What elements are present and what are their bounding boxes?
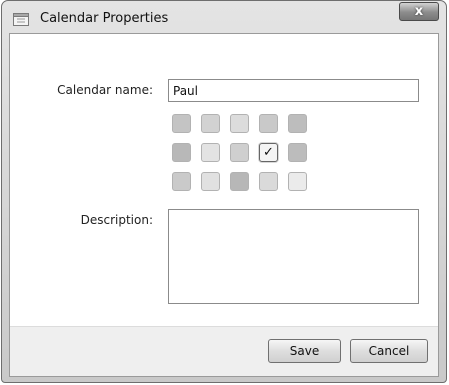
dialog-footer: Save Cancel: [10, 326, 438, 376]
color-swatch[interactable]: [172, 114, 191, 133]
color-swatch[interactable]: [172, 172, 191, 191]
color-swatch[interactable]: [201, 114, 220, 133]
close-icon: x: [414, 4, 424, 19]
description-textarea[interactable]: [168, 209, 419, 304]
close-button[interactable]: x: [399, 2, 439, 21]
color-swatch[interactable]: [259, 172, 278, 191]
color-swatch[interactable]: [201, 172, 220, 191]
color-swatch[interactable]: [230, 172, 249, 191]
color-swatch[interactable]: [288, 172, 307, 191]
title-bar[interactable]: Calendar Properties x: [2, 1, 446, 35]
color-swatch[interactable]: [230, 143, 249, 162]
checkmark-icon: ✓: [263, 145, 274, 160]
color-swatch[interactable]: [288, 143, 307, 162]
calendar-properties-dialog: Calendar Properties x Calendar name: ✓ D…: [1, 0, 447, 383]
calendar-name-input[interactable]: [168, 79, 419, 102]
color-swatch[interactable]: [201, 143, 220, 162]
color-swatch-selected[interactable]: ✓: [259, 143, 278, 162]
color-swatch[interactable]: [172, 143, 191, 162]
color-swatch[interactable]: [259, 114, 278, 133]
cancel-button[interactable]: Cancel: [350, 339, 428, 363]
calendar-icon: [13, 13, 29, 26]
color-swatch[interactable]: [288, 114, 307, 133]
save-button[interactable]: Save: [268, 339, 341, 363]
calendar-name-label: Calendar name:: [57, 83, 153, 97]
color-swatch[interactable]: [230, 114, 249, 133]
dialog-title: Calendar Properties: [40, 11, 169, 26]
description-label: Description:: [80, 213, 153, 227]
dialog-content: Calendar name: ✓ Description: Save Cance…: [9, 33, 439, 377]
